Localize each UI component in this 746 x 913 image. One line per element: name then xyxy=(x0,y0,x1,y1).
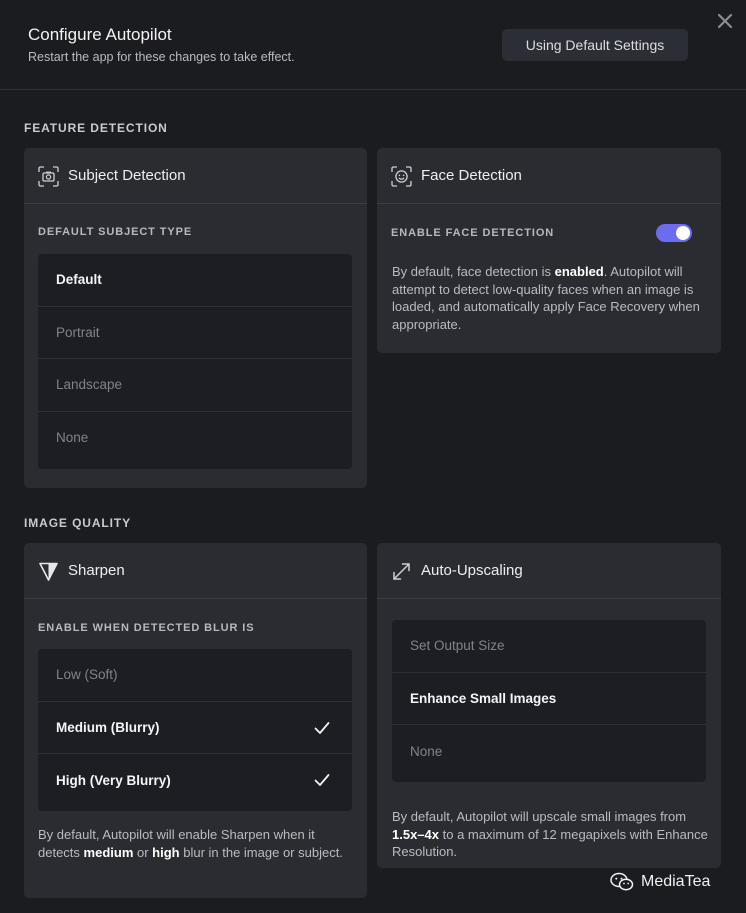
expand-arrows-icon xyxy=(393,563,410,580)
watermark: MediaTea xyxy=(610,872,710,892)
subject-detection-card: Subject Detection DEFAULT SUBJECT TYPE D… xyxy=(24,148,367,488)
option-set-output-size[interactable]: Set Output Size xyxy=(392,620,706,673)
enable-face-detection-label: ENABLE FACE DETECTION xyxy=(391,227,555,239)
section-label-feature-detection: FEATURE DETECTION xyxy=(24,121,168,135)
camera-frame-icon xyxy=(38,166,59,187)
option-label: Low (Soft) xyxy=(56,667,118,683)
toggle-knob xyxy=(676,226,690,240)
option-portrait[interactable]: Portrait xyxy=(38,307,352,359)
card-title: Sharpen xyxy=(68,562,125,579)
card-header: Face Detection xyxy=(377,148,721,204)
card-title: Subject Detection xyxy=(68,167,186,184)
face-detection-description: By default, face detection is enabled. A… xyxy=(392,264,700,332)
enable-when-blur-label: ENABLE WHEN DETECTED BLUR IS xyxy=(38,622,255,634)
option-none[interactable]: None xyxy=(38,412,352,465)
option-landscape[interactable]: Landscape xyxy=(38,359,352,412)
default-subject-type-label: DEFAULT SUBJECT TYPE xyxy=(38,226,193,238)
blur-level-list: Low (Soft) Medium (Blurry) High (Very Bl… xyxy=(38,649,352,811)
option-high-very-blurry[interactable]: High (Very Blurry) xyxy=(38,754,352,807)
option-low-soft[interactable]: Low (Soft) xyxy=(38,649,352,702)
card-header: Subject Detection xyxy=(24,148,367,204)
card-header: Sharpen xyxy=(24,543,367,599)
face-detection-card: Face Detection ENABLE FACE DETECTION By … xyxy=(377,148,721,353)
upscaling-mode-list: Set Output Size Enhance Small Images Non… xyxy=(392,620,706,782)
dialog-header: Configure Autopilot Restart the app for … xyxy=(0,0,746,90)
sharpen-description: By default, Autopilot will enable Sharpe… xyxy=(38,827,343,860)
check-icon xyxy=(314,721,330,734)
sharpen-card: Sharpen ENABLE WHEN DETECTED BLUR IS Low… xyxy=(24,543,367,898)
watermark-text: MediaTea xyxy=(641,873,711,890)
option-enhance-small-images[interactable]: Enhance Small Images xyxy=(392,673,706,725)
face-detection-toggle[interactable] xyxy=(656,224,692,242)
option-none[interactable]: None xyxy=(392,725,706,778)
card-header: Auto-Upscaling xyxy=(377,543,721,599)
auto-upscaling-card: Auto-Upscaling Set Output Size Enhance S… xyxy=(377,543,721,868)
subject-type-list: Default Portrait Landscape None xyxy=(38,254,352,469)
sharpen-triangle-icon xyxy=(39,562,58,581)
wechat-icon xyxy=(610,872,634,891)
face-icon xyxy=(391,166,412,187)
card-title: Auto-Upscaling xyxy=(421,562,523,579)
check-icon xyxy=(314,774,330,786)
upscaling-description: By default, Autopilot will upscale small… xyxy=(392,809,708,859)
option-label: High (Very Blurry) xyxy=(56,772,171,788)
dialog-subtitle: Restart the app for these changes to tak… xyxy=(28,50,295,64)
option-label: Medium (Blurry) xyxy=(56,719,160,735)
close-icon[interactable] xyxy=(716,12,734,30)
dialog-title: Configure Autopilot xyxy=(28,25,172,44)
option-medium-blurry[interactable]: Medium (Blurry) xyxy=(38,702,352,754)
card-title: Face Detection xyxy=(421,167,522,184)
using-default-settings-button[interactable]: Using Default Settings xyxy=(502,29,688,61)
option-default[interactable]: Default xyxy=(38,254,352,307)
section-label-image-quality: IMAGE QUALITY xyxy=(24,516,132,530)
